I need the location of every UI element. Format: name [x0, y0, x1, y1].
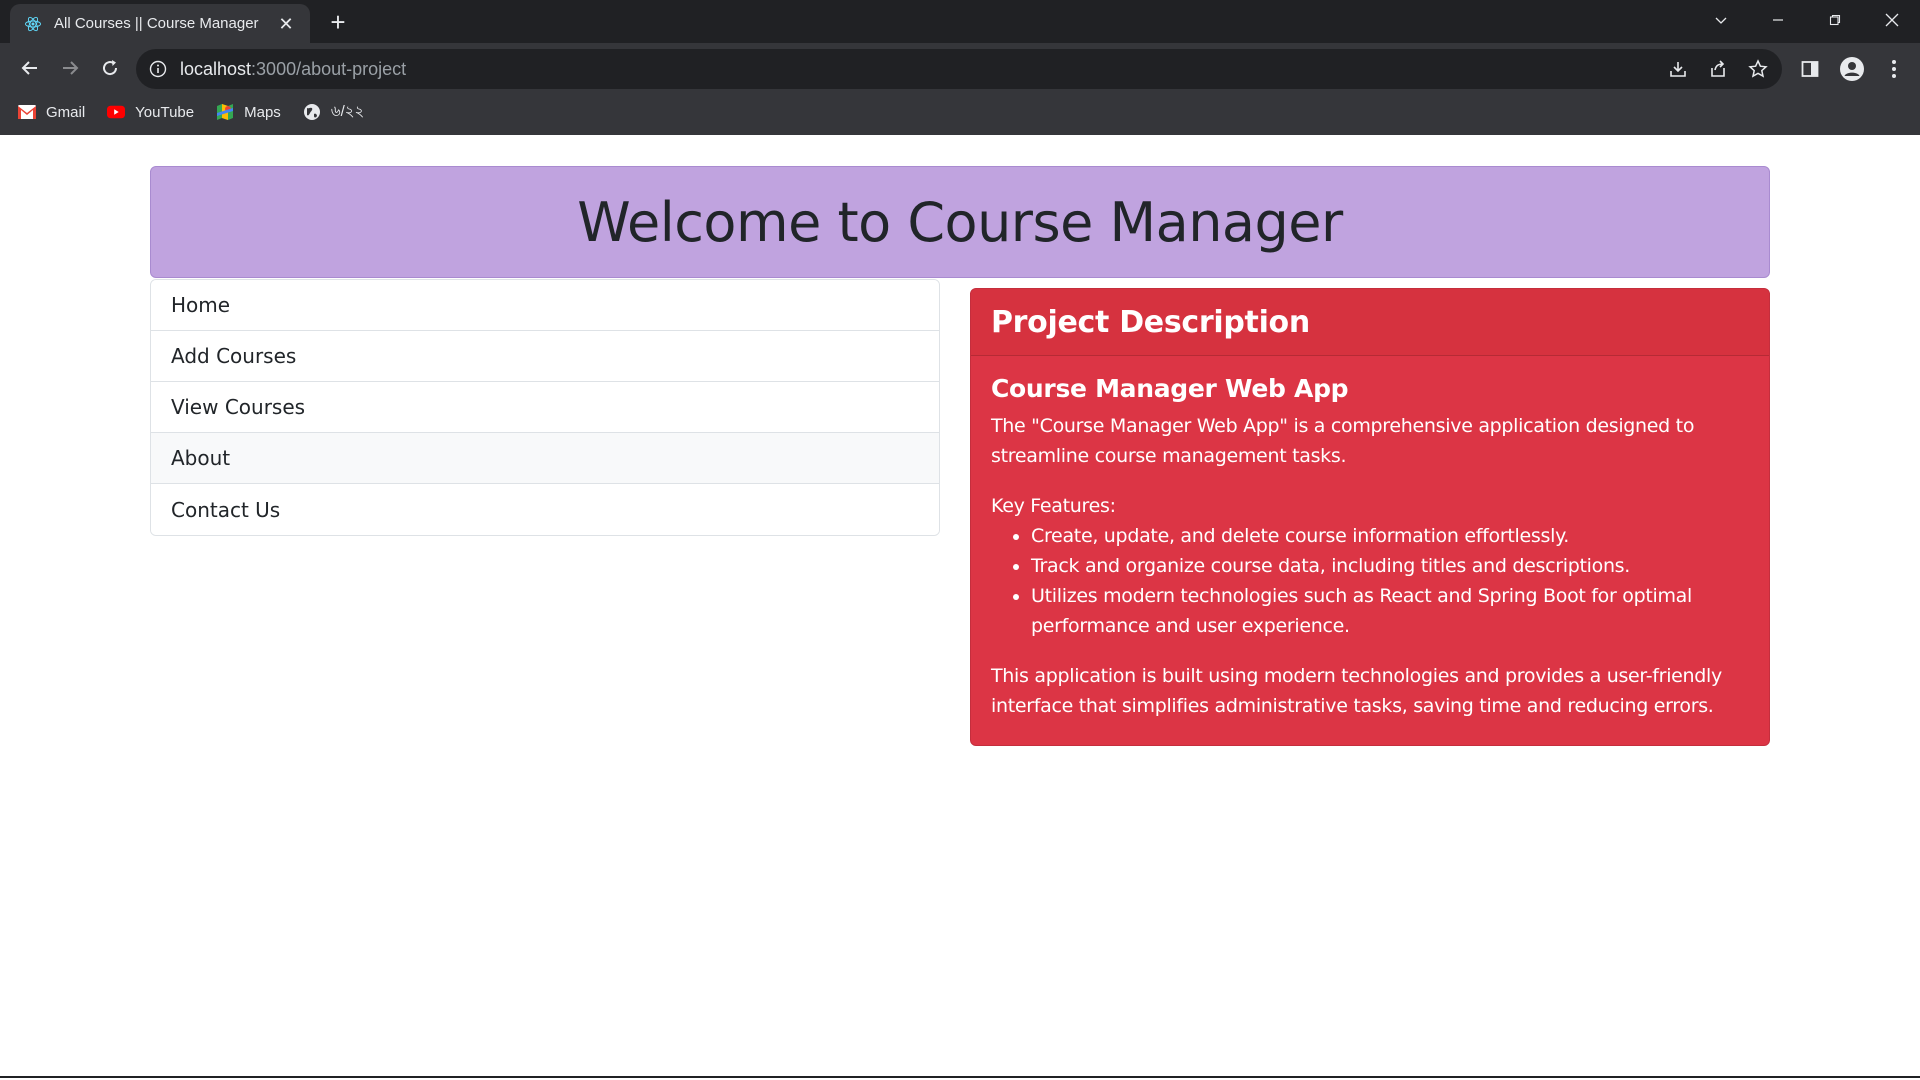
tab-strip: All Courses || Course Manager ✕ + [0, 0, 1920, 43]
bookmark-label: ৬/২২ [330, 102, 365, 120]
project-description-card: Project Description Course Manager Web A… [970, 288, 1770, 746]
url-text: localhost:3000/about-project [180, 59, 406, 80]
toolbar-right [1794, 49, 1910, 89]
bookmark-gmail[interactable]: Gmail [18, 103, 85, 121]
features-list: Create, update, and delete course inform… [1031, 521, 1749, 641]
bookmark-label: Maps [244, 103, 281, 121]
react-icon [24, 15, 42, 33]
share-icon[interactable] [1706, 57, 1730, 81]
bookmark-youtube[interactable]: YouTube [107, 103, 194, 121]
restore-button[interactable] [1806, 0, 1863, 40]
profile-avatar-icon[interactable] [1836, 53, 1868, 85]
tab-search-icon[interactable] [1692, 0, 1749, 40]
menu-item-home[interactable]: Home [151, 280, 939, 331]
feature-item: Utilizes modern technologies such as Rea… [1031, 581, 1749, 641]
bookmark-globe[interactable]: ৬/২২ [303, 100, 364, 125]
nav-menu: Home Add Courses View Courses About Cont… [150, 279, 940, 536]
features-label: Key Features: [991, 495, 1116, 517]
reload-icon[interactable] [90, 48, 130, 88]
star-icon[interactable] [1746, 57, 1770, 81]
close-window-button[interactable] [1863, 0, 1920, 40]
window-controls [1692, 0, 1920, 40]
menu-item-view-courses[interactable]: View Courses [151, 382, 939, 433]
address-bar[interactable]: localhost:3000/about-project [136, 49, 1782, 89]
forward-arrow-icon[interactable] [50, 48, 90, 88]
minimize-button[interactable] [1749, 0, 1806, 40]
bookmark-label: Gmail [46, 103, 86, 121]
browser-chrome: All Courses || Course Manager ✕ + localh… [0, 0, 1920, 135]
side-panel-icon[interactable] [1794, 53, 1826, 85]
feature-item: Create, update, and delete course inform… [1031, 521, 1749, 551]
new-tab-button[interactable]: + [323, 8, 353, 38]
page-title: Welcome to Course Manager [577, 190, 1343, 254]
card-body: Course Manager Web App The "Course Manag… [971, 356, 1769, 721]
bookmarks-bar: Gmail YouTube Maps ৬/২২ [0, 97, 364, 127]
url-path: :3000/about-project [251, 58, 407, 79]
info-icon[interactable] [148, 59, 168, 79]
url-host: localhost [180, 58, 252, 79]
more-menu-icon[interactable] [1878, 53, 1910, 85]
back-arrow-icon[interactable] [10, 48, 50, 88]
welcome-banner: Welcome to Course Manager [150, 166, 1770, 278]
menu-item-about[interactable]: About [151, 433, 939, 484]
close-tab-icon[interactable]: ✕ [276, 14, 296, 34]
card-title: Course Manager Web App [991, 374, 1349, 403]
card-header: Project Description [971, 289, 1769, 356]
bookmark-label: YouTube [135, 103, 195, 121]
install-icon[interactable] [1666, 57, 1690, 81]
tab-title: All Courses || Course Manager [54, 15, 259, 32]
bookmark-maps[interactable]: Maps [216, 103, 281, 121]
card-intro: The "Course Manager Web App" is a compre… [991, 415, 1695, 467]
maps-icon [216, 103, 234, 121]
address-bar-actions [1666, 57, 1770, 81]
globe-icon [303, 103, 321, 121]
card-header-title: Project Description [991, 304, 1310, 340]
card-closing: This application is built using modern t… [991, 665, 1722, 717]
gmail-icon [18, 103, 36, 121]
browser-tab[interactable]: All Courses || Course Manager ✕ [10, 4, 310, 43]
youtube-icon [107, 103, 126, 121]
bottom-divider [0, 1076, 1920, 1078]
feature-item: Track and organize course data, includin… [1031, 551, 1749, 581]
menu-item-add-courses[interactable]: Add Courses [151, 331, 939, 382]
page-content: Welcome to Course Manager Home Add Cours… [0, 135, 1920, 1078]
menu-item-contact-us[interactable]: Contact Us [151, 484, 939, 535]
